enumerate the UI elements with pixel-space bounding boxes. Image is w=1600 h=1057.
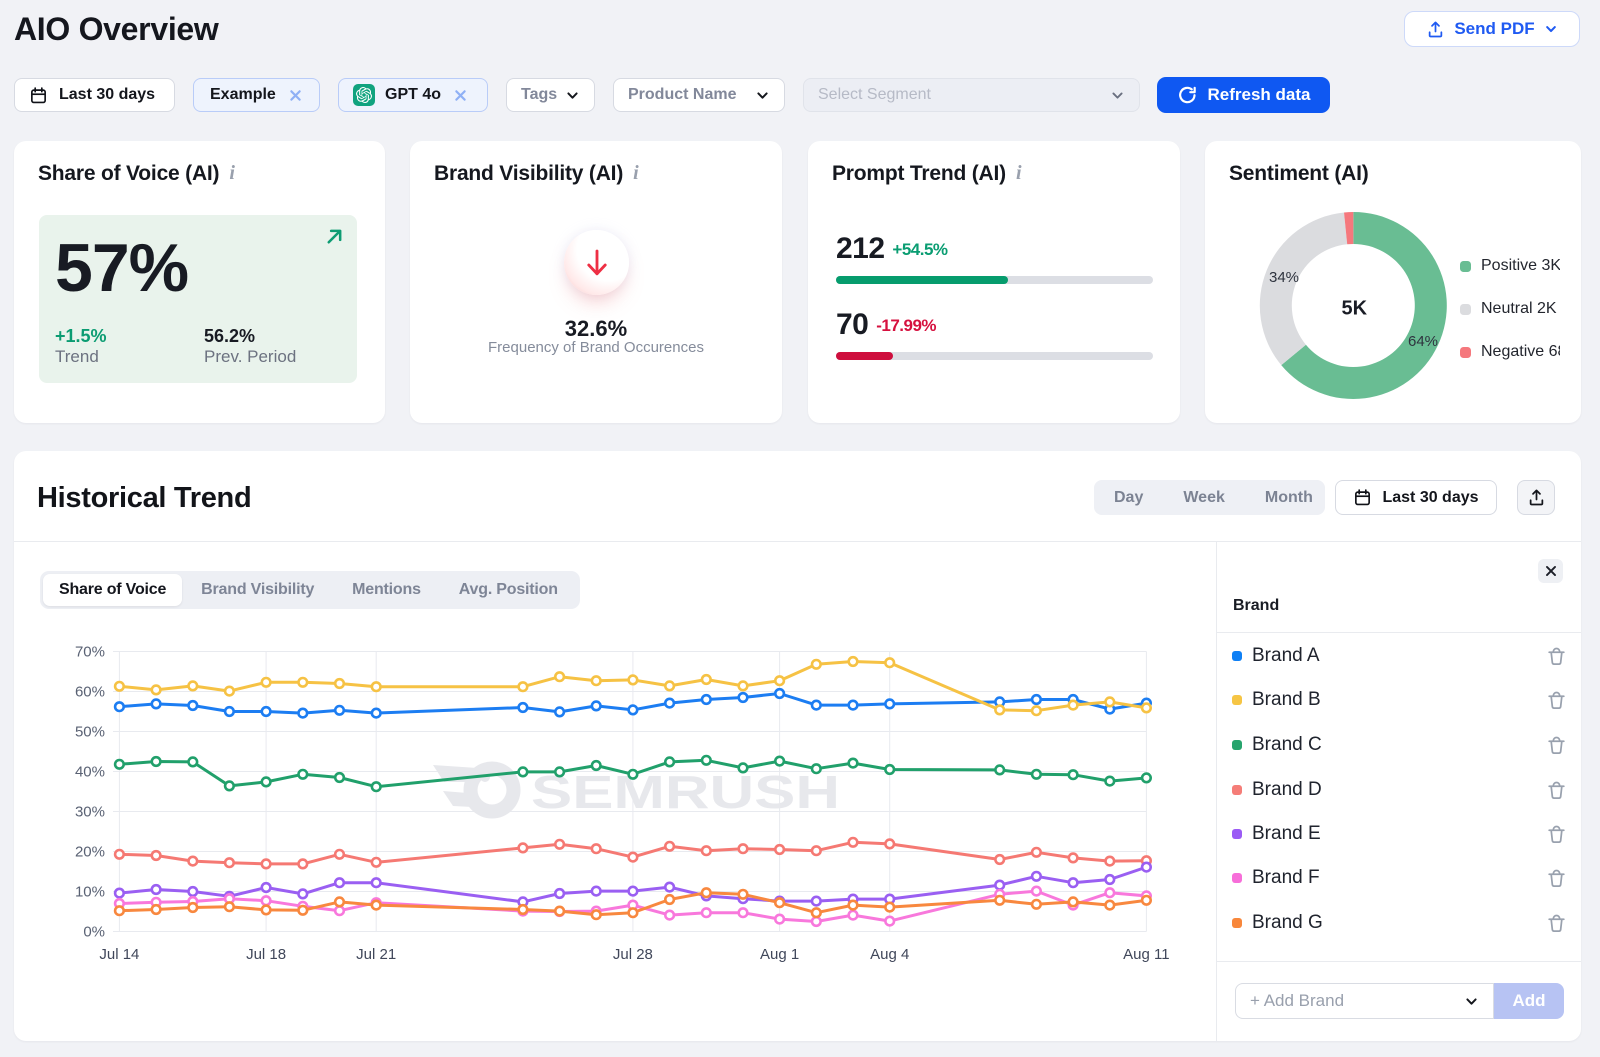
svg-text:64%: 64% (1408, 333, 1438, 350)
svg-text:34%: 34% (1269, 269, 1299, 286)
svg-text:5K: 5K (1342, 298, 1368, 320)
